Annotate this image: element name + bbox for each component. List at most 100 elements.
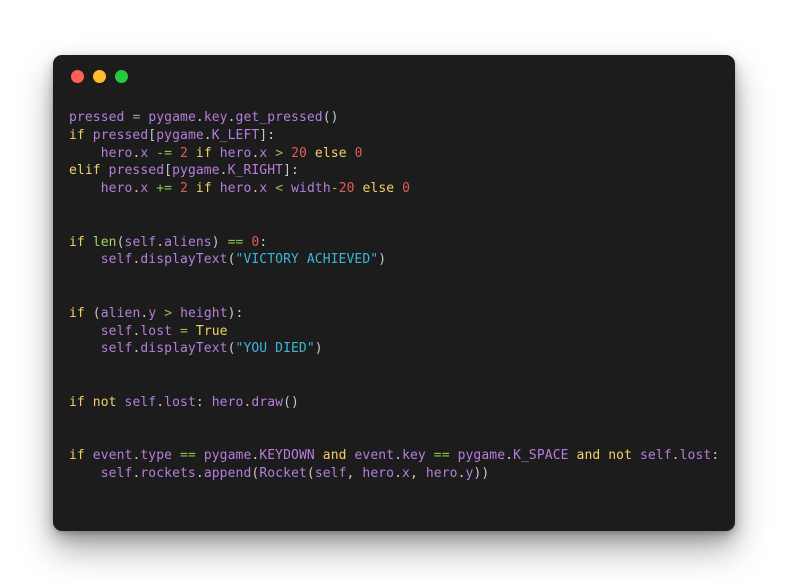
code-token-name: lost (679, 448, 712, 464)
code-token-punc: , (346, 465, 363, 481)
code-token-punc: ( (116, 234, 125, 250)
code-token-name: get_pressed (235, 110, 323, 125)
code-line: self.rockets.append(Rocket(self, hero.x,… (69, 465, 719, 483)
screenshot-canvas: pressed = pygame.key.get_pressed() if pre… (0, 0, 800, 585)
code-token-op: < (275, 181, 284, 197)
code-token-punc: . (505, 448, 514, 464)
code-token-punc: . (195, 110, 204, 125)
code-token-punc: ]: (259, 127, 276, 143)
code-line: if event. type == pygame. KEYDOWN and even… (69, 447, 719, 465)
code-token-name: self (100, 465, 133, 481)
code-token-op: > (275, 145, 284, 161)
code-token-name: lost (164, 394, 196, 410)
code-token-num: 20 (338, 181, 355, 197)
code-line: elif pressed[pygame.K_RIGHT]: (69, 162, 719, 180)
code-token-name: hero (211, 394, 244, 410)
code-token-punc: ) (378, 252, 387, 268)
code-token-kw: if (69, 127, 85, 143)
code-token-name: x (402, 465, 410, 481)
maximize-window-button[interactable] (115, 69, 128, 83)
code-token-name: self (639, 448, 672, 464)
code-token-name: hero (100, 181, 133, 197)
code-token-punc: . (394, 448, 403, 464)
minimize-window-button[interactable] (93, 69, 106, 83)
code-token-punc: ) (314, 341, 323, 357)
code-token-name: hero (100, 145, 133, 161)
code-token-name: K_SPACE (513, 448, 569, 464)
code-token-name: hero (219, 181, 252, 197)
code-token-punc: . (156, 394, 165, 410)
code-token-kw: elif (69, 163, 101, 179)
code-token-name: self (100, 252, 133, 268)
code-token-name: pressed (69, 110, 125, 125)
code-token-punc: . (457, 465, 466, 481)
code-token-punc: . (394, 465, 403, 481)
code-line: self.lost = True (69, 323, 719, 341)
code-token-name: pressed (108, 163, 165, 179)
code-token-kw: if (195, 145, 212, 161)
window-title-bar (53, 55, 735, 97)
code-token-op: = (180, 323, 188, 339)
code-token-num: 2 (180, 181, 188, 197)
code-token-kw: else (314, 145, 347, 161)
code-token-name: aliens (164, 234, 212, 250)
code-token-name: self (314, 465, 347, 481)
code-token-punc: ( (92, 305, 101, 321)
code-token-name: pygame (148, 110, 196, 125)
close-window-button[interactable] (71, 69, 84, 83)
code-token-punc: . (195, 465, 204, 481)
code-token-name: height (180, 305, 228, 321)
code-token-const: True (195, 323, 228, 339)
code-token-kw: not (92, 394, 117, 410)
code-line: self.displayText("VICTORY ACHIEVED") (69, 251, 719, 269)
code-editor-area[interactable]: pressed = pygame.key.get_pressed() if pre… (53, 97, 735, 531)
code-token-name: K_LEFT (211, 127, 260, 143)
code-token-name: pygame (172, 163, 220, 179)
code-token-name: lost (140, 323, 173, 339)
code-token-op: == (227, 234, 244, 250)
code-token-punc: : (711, 448, 720, 464)
code-token-str: "YOU DIED" (235, 341, 315, 357)
code-token-name: hero (219, 145, 252, 161)
code-token-num: 0 (354, 145, 363, 161)
code-token-punc: . (203, 127, 212, 143)
code-token-name: pygame (203, 448, 252, 464)
code-token-name: self (100, 323, 133, 339)
code-token-op: -= (156, 145, 173, 161)
code-token-name: Rocket (259, 465, 307, 481)
code-token-name: event (354, 448, 395, 464)
code-token-punc: ): (227, 305, 244, 321)
code-line: hero.x += 2 if hero.x < width-20 else 0 (69, 180, 719, 198)
code-line: hero.x -= 2 if hero.x > 20 else 0 (69, 145, 719, 163)
code-line: if pressed[pygame.K_LEFT]: (69, 127, 719, 145)
code-token-name: key (203, 110, 228, 125)
code-token-kw: and (576, 448, 601, 464)
code-token-op: - (330, 181, 339, 197)
code-token-kw: if (69, 394, 85, 410)
code-token-punc: ( (227, 341, 236, 357)
